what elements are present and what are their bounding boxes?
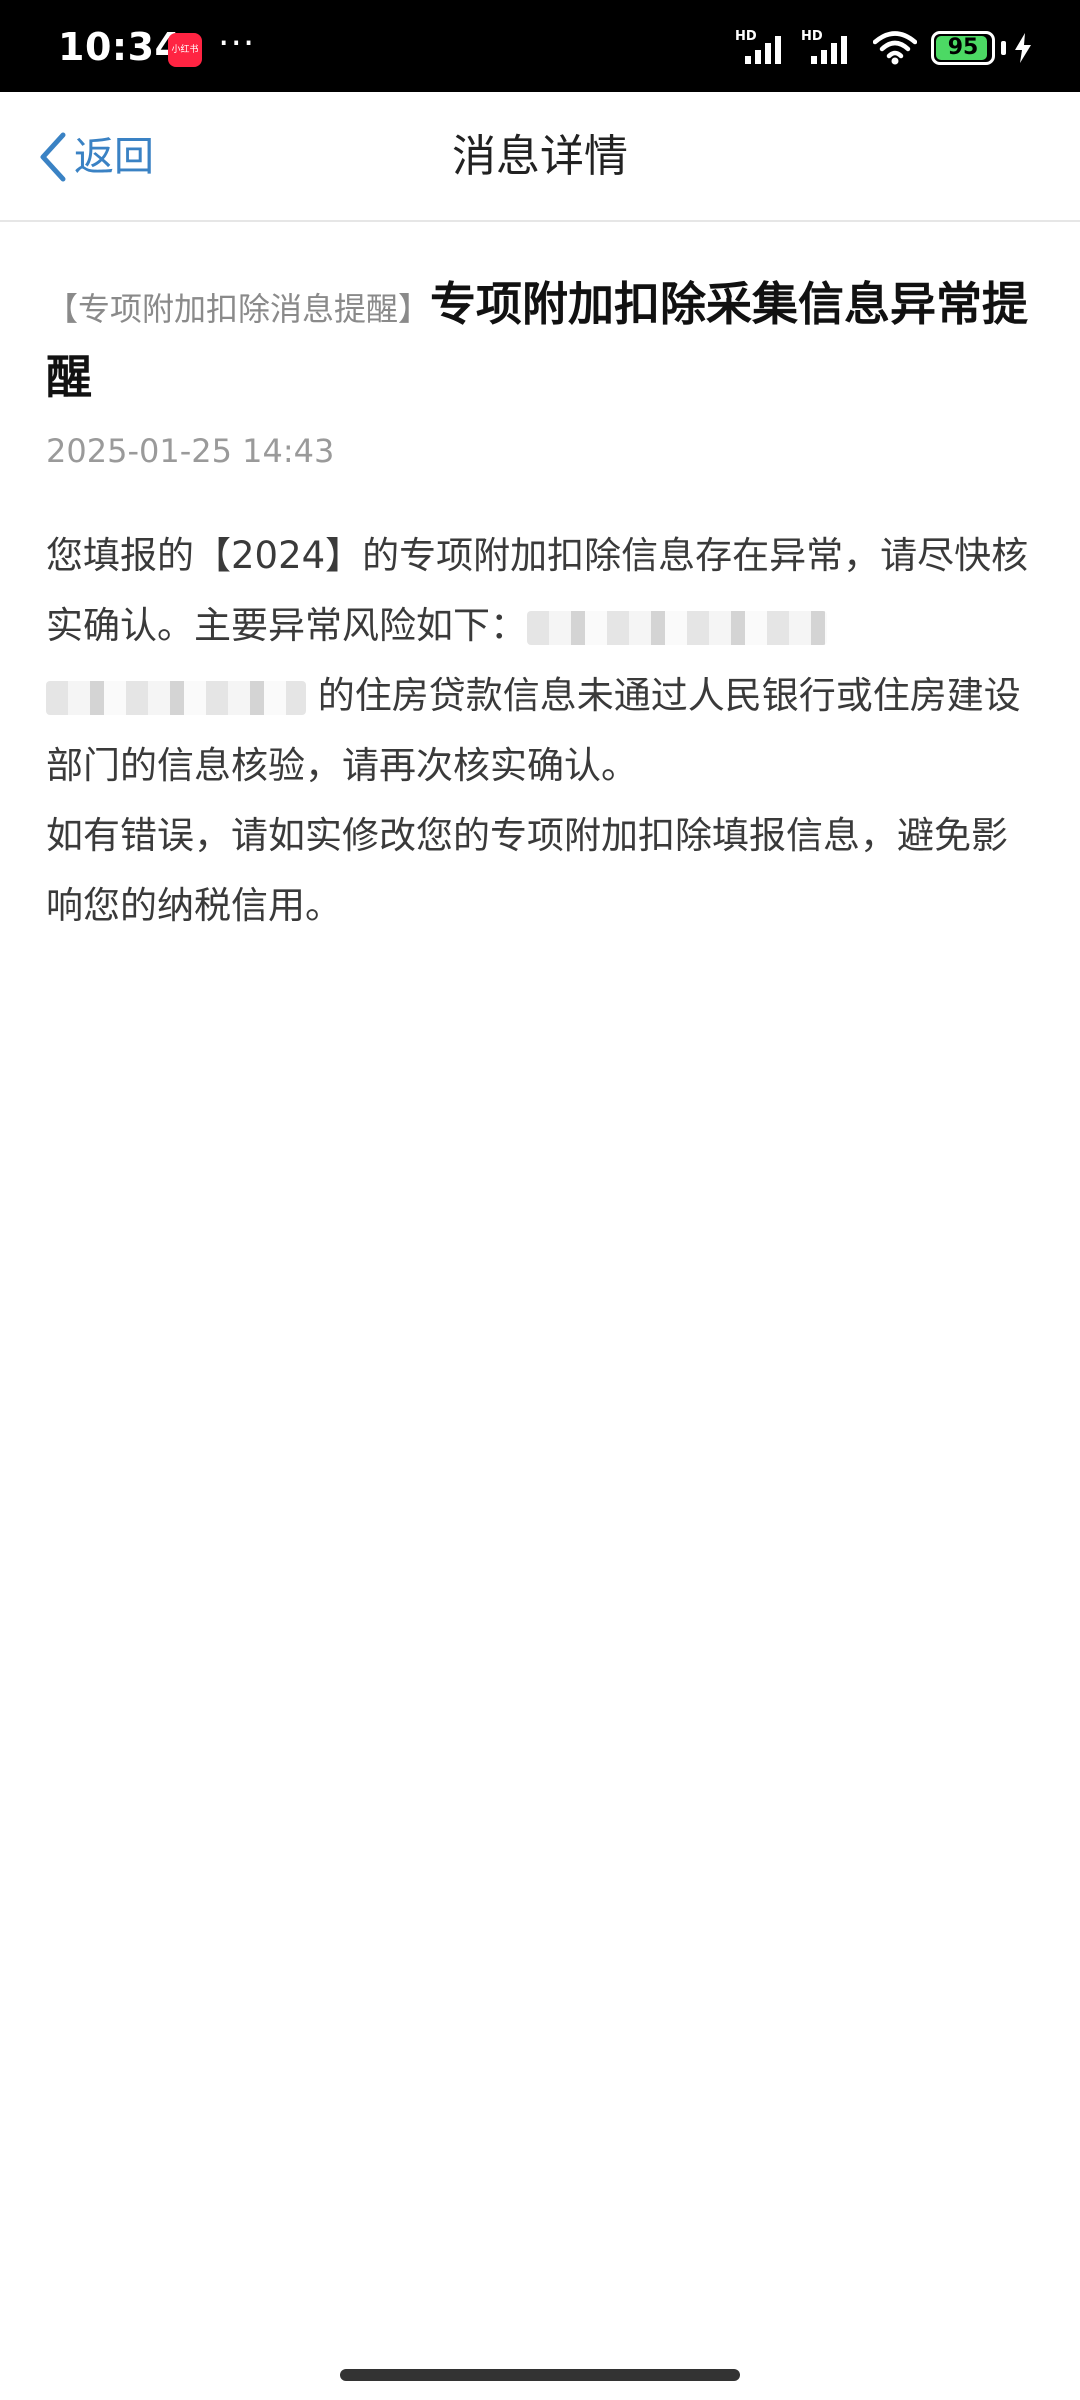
cellular-signal-icon-1: HD [735,28,787,68]
xiaohongshu-app-icon: 小红书 [168,33,202,67]
message-detail: 【专项附加扣除消息提醒】专项附加扣除采集信息异常提醒 2025-01-25 14… [46,270,1036,941]
charging-bolt-icon [1015,33,1031,63]
page-title: 消息详情 [452,131,628,182]
status-indicators: HD HD 95 [735,26,1032,70]
home-indicator[interactable] [340,2369,740,2381]
wifi-icon [873,31,917,65]
navigation-bar: 返回 消息详情 [0,92,1080,222]
battery-nub [1001,41,1006,55]
redacted-block [527,610,827,645]
redacted-block [46,680,306,715]
message-paragraph-2: 如有错误，请如实修改您的专项附加扣除填报信息，避免影响您的纳税信用。 [46,814,1008,927]
cellular-signal-icon-2: HD [801,28,853,68]
message-date: 2025-01-25 14:43 [46,432,335,470]
message-tag: 【专项附加扣除消息提醒】 [46,290,431,328]
status-bar: 10:34 小红书 ··· HD HD 95 [0,0,1080,92]
battery-level: 95 [947,35,979,60]
message-body: 您填报的【2024】的专项附加扣除信息存在异常，请尽快核实确认。主要异常风险如下… [46,521,1036,941]
more-notifications-icon: ··· [218,23,256,64]
status-time: 10:34 [58,25,182,69]
battery-icon: 95 [931,31,995,65]
message-paragraph-1: 您填报的【2024】的专项附加扣除信息存在异常，请尽快核实确认。主要异常风险如下… [46,521,1036,801]
message-title: 【专项附加扣除消息提醒】专项附加扣除采集信息异常提醒 [46,270,1036,411]
